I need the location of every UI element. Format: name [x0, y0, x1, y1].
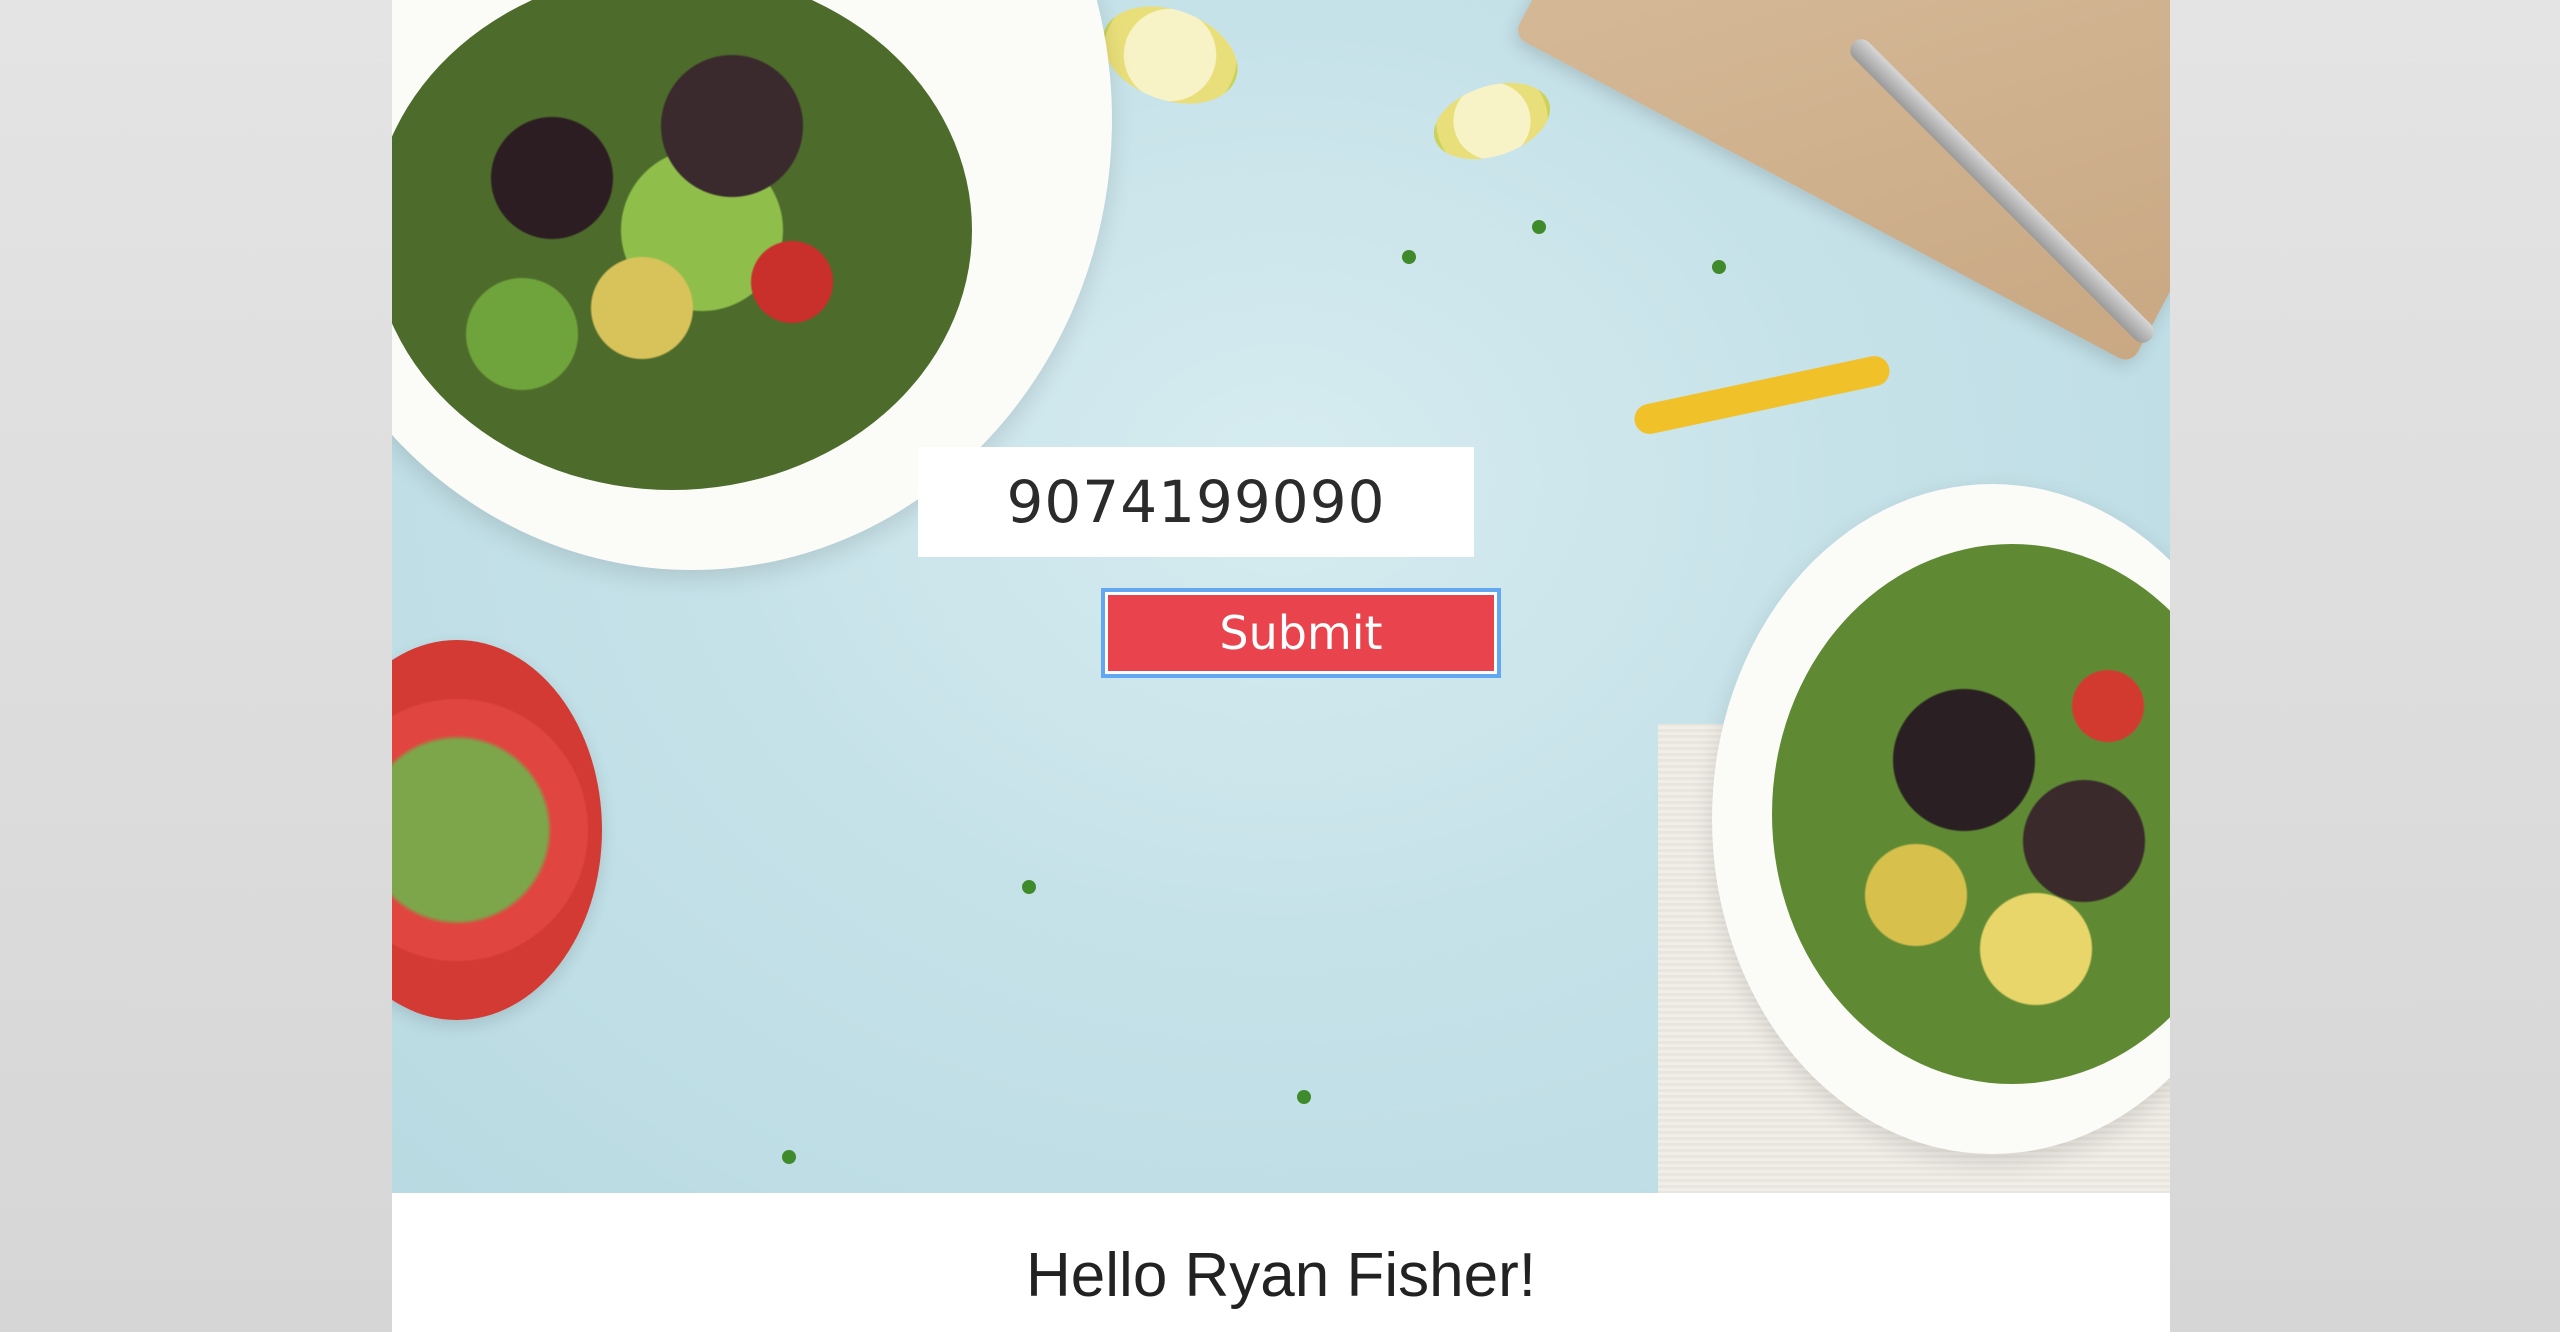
herb-image: [1297, 1090, 1311, 1104]
salad-image: [1772, 544, 2170, 1084]
herb-image: [1712, 260, 1726, 274]
lemon-slice-image: [1088, 0, 1252, 122]
greeting-text: Hello Ryan Fisher!: [1026, 1241, 1536, 1310]
herb-image: [782, 1150, 796, 1164]
window-frame: Submit Hello Ryan Fisher!: [0, 0, 2560, 1332]
lemon-slice-image: [1424, 69, 1560, 173]
submit-button[interactable]: Submit: [1101, 588, 1501, 678]
cutting-board-image: [1513, 0, 2170, 365]
yellow-pepper-image: [1631, 353, 1893, 437]
hero-food-background: Submit: [392, 0, 2170, 1193]
page-content: Submit Hello Ryan Fisher!: [392, 0, 2170, 1332]
salad-bowl-image: [392, 640, 602, 1020]
salad-image: [392, 0, 972, 490]
phone-number-input[interactable]: [918, 447, 1474, 557]
herb-image: [1402, 250, 1416, 264]
herb-image: [1532, 220, 1546, 234]
herb-image: [1022, 880, 1036, 894]
